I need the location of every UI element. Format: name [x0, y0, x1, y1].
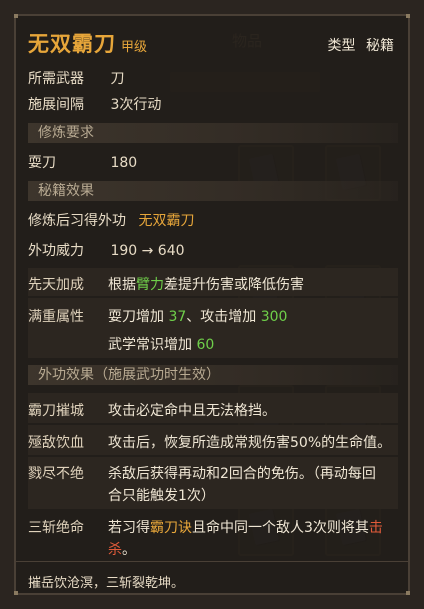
effect-row-2: 殛敌饮血 攻击后，恢复所造成常规伤害50%的生命值。: [28, 425, 398, 455]
required-weapon-row: 所需武器 刀: [28, 68, 124, 88]
required-weapon-label: 所需武器: [28, 71, 84, 87]
training-value: 180: [110, 155, 138, 171]
training-label: 耍刀: [28, 155, 56, 171]
innate-bonus-block: 先天加成 根据臂力差提升伤害或降低伤害: [28, 268, 398, 296]
cast-interval-label: 施展间隔: [28, 97, 84, 113]
effect-2-text: 攻击后，恢复所造成常规伤害50%的生命值。: [108, 435, 392, 451]
effect-row-1: 霸刀摧城 攻击必定命中且无法格挡。: [28, 393, 398, 423]
full-attribute-label: 满重属性: [28, 309, 84, 325]
full-attr-attack-text: 、攻击增加: [186, 309, 261, 325]
section-scroll-effect: 秘籍效果: [28, 181, 398, 201]
full-attr-blade-value: 37: [168, 309, 187, 325]
effect-4-line2: 杀。: [108, 539, 136, 559]
learned-skill-value: 无双霸刀: [138, 213, 195, 229]
item-tooltip: 无双霸刀 甲级 类型 秘籍 所需武器 刀 施展间隔 3次行动 修炼要求 耍刀 1…: [14, 14, 410, 595]
full-attribute-line2: 武学常识增加 60: [108, 334, 214, 354]
skill-power-value: 190 → 640: [110, 243, 185, 259]
learned-skill-row: 修炼后习得外功 无双霸刀: [28, 210, 194, 230]
effect-4-kill-1: 击: [368, 520, 383, 536]
effect-row-3: 戮尽不绝 杀敌后获得再动和2回合的免伤。（再动每回 合只能触发1次）: [28, 457, 398, 509]
innate-bonus-text: 根据臂力差提升伤害或降低伤害: [108, 274, 304, 294]
innate-text-post: 差提升伤害或降低伤害: [164, 277, 304, 293]
item-type: 类型 秘籍: [328, 35, 394, 55]
effect-4-line1: 若习得霸刀诀且命中同一个敌人3次则将其击: [108, 517, 383, 537]
innate-bonus-label: 先天加成: [28, 277, 84, 293]
footer-divider: [16, 561, 408, 562]
effect-3-label: 戮尽不绝: [28, 466, 84, 482]
cast-interval-row: 施展间隔 3次行动: [28, 94, 161, 114]
full-attribute-block: 满重属性 耍刀增加 37、攻击增加 300 武学常识增加 60: [28, 298, 398, 358]
flavor-text: 摧岳饮沧溟，三斩裂乾坤。: [28, 576, 185, 591]
section-training: 修炼要求: [28, 123, 398, 143]
effect-4-label: 三斩绝命: [28, 520, 84, 536]
skill-power-label: 外功威力: [28, 243, 84, 259]
effect-3-line2: 合只能触发1次）: [108, 488, 215, 504]
full-attribute-line1: 耍刀增加 37、攻击增加 300: [108, 306, 287, 326]
innate-text-pre: 根据: [108, 277, 136, 293]
effect-1-label: 霸刀摧城: [28, 403, 84, 419]
learned-skill-label: 修炼后习得外功: [28, 213, 126, 229]
full-attr-knowledge-value: 60: [196, 337, 215, 353]
full-attr-blade-text: 耍刀增加: [108, 309, 169, 325]
full-attr-knowledge-text: 武学常识增加: [108, 337, 197, 353]
effect-1-text: 攻击必定命中且无法格挡。: [108, 403, 276, 419]
effect-4-mid: 且命中同一个敌人3次则将其: [192, 520, 369, 536]
item-name: 无双霸刀: [28, 32, 116, 56]
full-attr-attack-value: 300: [260, 309, 288, 325]
effect-4-pre: 若习得: [108, 520, 150, 536]
effect-row-4: 三斩绝命 若习得霸刀诀且命中同一个敌人3次则将其击 杀。: [28, 511, 398, 559]
item-header: 无双霸刀 甲级: [28, 28, 147, 58]
item-type-value: 秘籍: [366, 38, 394, 54]
cast-interval-value: 3次行动: [110, 97, 162, 113]
section-external-effect: 外功效果（施展武功时生效）: [28, 365, 398, 385]
training-row: 耍刀 180: [28, 152, 137, 172]
effect-4-kill-2: 杀: [108, 542, 122, 558]
item-grade: 甲级: [121, 40, 148, 55]
item-type-label: 类型: [327, 38, 356, 54]
innate-text-highlight: 臂力: [136, 277, 164, 293]
effect-4-skill-highlight: 霸刀诀: [150, 520, 192, 536]
effect-4-post: 。: [122, 542, 136, 558]
skill-power-row: 外功威力 190 → 640: [28, 240, 185, 260]
required-weapon-value: 刀: [110, 71, 125, 87]
effect-3-line1: 杀敌后获得再动和2回合的免伤。（再动每回: [108, 466, 376, 482]
effect-2-label: 殛敌饮血: [28, 435, 84, 451]
